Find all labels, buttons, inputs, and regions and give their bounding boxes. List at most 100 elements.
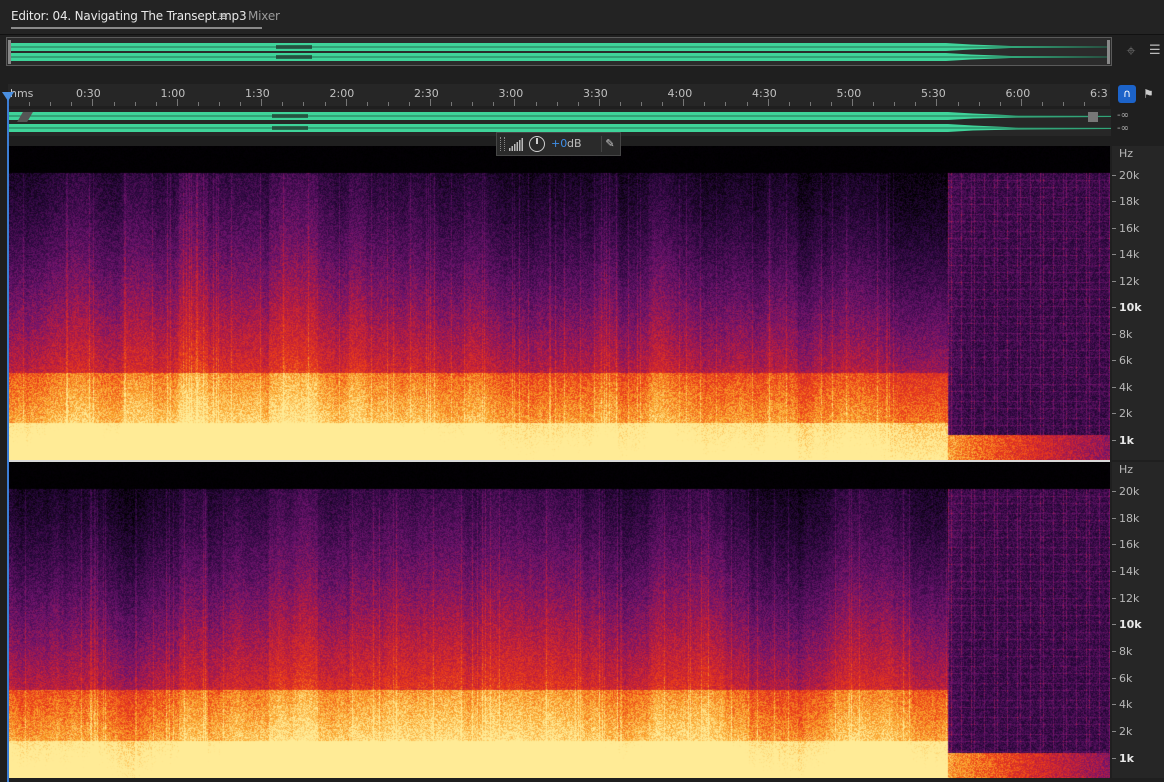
frequency-label: 16k — [1119, 538, 1140, 552]
frequency-tick — [1112, 651, 1116, 652]
frequency-label: 8k — [1119, 645, 1133, 658]
ruler-tick — [240, 102, 242, 106]
frequency-label: 1k — [1119, 752, 1134, 766]
frequency-tick — [1112, 731, 1116, 732]
gain-value[interactable]: +0 — [551, 137, 567, 150]
hud-volume-control[interactable]: +0 dB ✎ — [496, 132, 621, 156]
frequency-tick — [1112, 624, 1116, 626]
ruler-tick — [746, 102, 748, 106]
time-ruler[interactable]: hms 0:30 1:00 1:30 2:00 2:30 3:00 3:30 4:00 4:30… — [8, 84, 1110, 106]
crosshair-zoom-icon[interactable]: ⌖ — [1121, 41, 1141, 61]
ruler-time-label: 3:30 — [583, 87, 608, 100]
frequency-label: 18k — [1119, 195, 1140, 209]
frequency-label: 16k — [1119, 221, 1140, 235]
ruler-tick — [936, 99, 938, 106]
overview-right-handle[interactable] — [1107, 40, 1110, 64]
level-meter-icon — [509, 138, 523, 151]
ruler-time-label: 1:00 — [160, 87, 186, 100]
ruler-tick — [788, 102, 790, 106]
ruler-tick — [535, 102, 537, 106]
frequency-label: 2k — [1119, 725, 1133, 738]
frequency-tick — [1112, 360, 1116, 362]
ruler-tick — [176, 99, 178, 106]
frequency-tick — [1112, 333, 1116, 335]
ruler-tick — [92, 99, 94, 106]
frequency-label: 1k — [1119, 434, 1134, 448]
ruler-time-label: 5:30 — [921, 87, 946, 100]
playhead-line[interactable] — [7, 92, 9, 782]
spectrogram-right-channel[interactable] — [8, 462, 1110, 778]
ruler-time-label: 5:00 — [836, 87, 862, 100]
ruler-tick — [1041, 102, 1043, 106]
frequency-tick — [1112, 201, 1116, 203]
ruler-time-label: 0:30 — [76, 87, 101, 100]
ruler-tick — [809, 102, 811, 106]
overview-left-handle[interactable] — [8, 40, 11, 64]
ruler-tick — [219, 102, 220, 106]
overview-navigator[interactable] — [6, 37, 1112, 66]
ruler-time-label: 4:00 — [667, 87, 693, 100]
frequency-label: 20k — [1119, 169, 1140, 182]
ruler-tick — [261, 99, 263, 106]
ruler-tick — [514, 99, 516, 106]
ruler-tick — [1063, 102, 1064, 106]
frequency-label: 4k — [1119, 698, 1133, 712]
ruler-tick — [999, 102, 1001, 106]
frequency-tick — [1112, 175, 1116, 176]
gain-knob-icon[interactable] — [529, 136, 545, 152]
frequency-tick — [1112, 227, 1116, 229]
ruler-tick — [725, 102, 727, 106]
marker-icon[interactable]: ⚑ — [1143, 86, 1155, 102]
ruler-tick — [303, 102, 305, 106]
left-level-readout: -∞ — [1117, 110, 1129, 121]
frequency-tick — [1112, 280, 1116, 282]
ruler-tick — [50, 102, 52, 106]
ruler-tick — [29, 102, 31, 106]
ruler-tick — [662, 102, 664, 106]
frequency-label: 18k — [1119, 511, 1140, 525]
spectrogram-left-channel[interactable] — [8, 146, 1110, 460]
frequency-label: 14k — [1119, 565, 1140, 578]
frequency-tick — [1112, 413, 1116, 415]
ruler-tick — [472, 102, 474, 106]
tab-mixer[interactable]: Mixer — [248, 9, 280, 23]
hud-grip[interactable] — [500, 137, 505, 151]
ruler-tick — [830, 102, 832, 106]
frequency-label: 12k — [1119, 274, 1140, 288]
ruler-tick — [767, 99, 769, 106]
frequency-label: 6k — [1119, 671, 1133, 685]
pin-icon[interactable]: ✎ — [601, 136, 618, 152]
ruler-tick — [556, 102, 558, 106]
magnet-icon[interactable]: ∩ — [1118, 85, 1136, 103]
ruler-tick — [1020, 99, 1022, 106]
ruler-tick — [598, 99, 600, 106]
frequency-scale-right[interactable]: Hz 20k 18k 16k 14k 12k 10k 8k 6k 4k 2k 1k — [1112, 462, 1164, 778]
frequency-tick — [1112, 571, 1116, 572]
tab-editor[interactable]: Editor: 04. Navigating The Transept.mp3 — [11, 9, 263, 29]
frequency-tick — [1112, 491, 1116, 492]
ruler-tick — [113, 102, 115, 106]
frequency-scale-left[interactable]: Hz 20k 18k 16k 14k 12k 10k 8k 6k 4k 2k 1k — [1112, 146, 1164, 460]
ruler-tick — [366, 102, 368, 106]
overview-waveform — [11, 43, 1107, 61]
ruler-tick — [493, 102, 495, 106]
ruler-time-label: 4:30 — [752, 87, 777, 100]
panel-menu-icon[interactable]: ☰ — [1149, 43, 1163, 59]
frequency-tick — [1112, 386, 1116, 388]
ruler-tick — [345, 99, 347, 106]
right-level-readout: -∞ — [1117, 123, 1129, 134]
frequency-label: 20k — [1119, 485, 1140, 498]
ruler-tick — [197, 102, 199, 106]
ruler-tick — [1084, 102, 1086, 106]
tab-menu-icon[interactable]: ≡ — [218, 9, 228, 23]
playhead-marker[interactable] — [2, 92, 14, 101]
ruler-tick — [894, 102, 896, 106]
frequency-tick — [1112, 544, 1116, 546]
frequency-tick — [1112, 597, 1116, 599]
ruler-tick — [683, 99, 685, 106]
frequency-tick — [1112, 677, 1116, 679]
ruler-time-label: 3:00 — [498, 87, 524, 100]
ruler-tick — [641, 102, 642, 106]
fade-out-handle[interactable] — [1088, 112, 1098, 122]
ruler-tick — [451, 102, 453, 106]
